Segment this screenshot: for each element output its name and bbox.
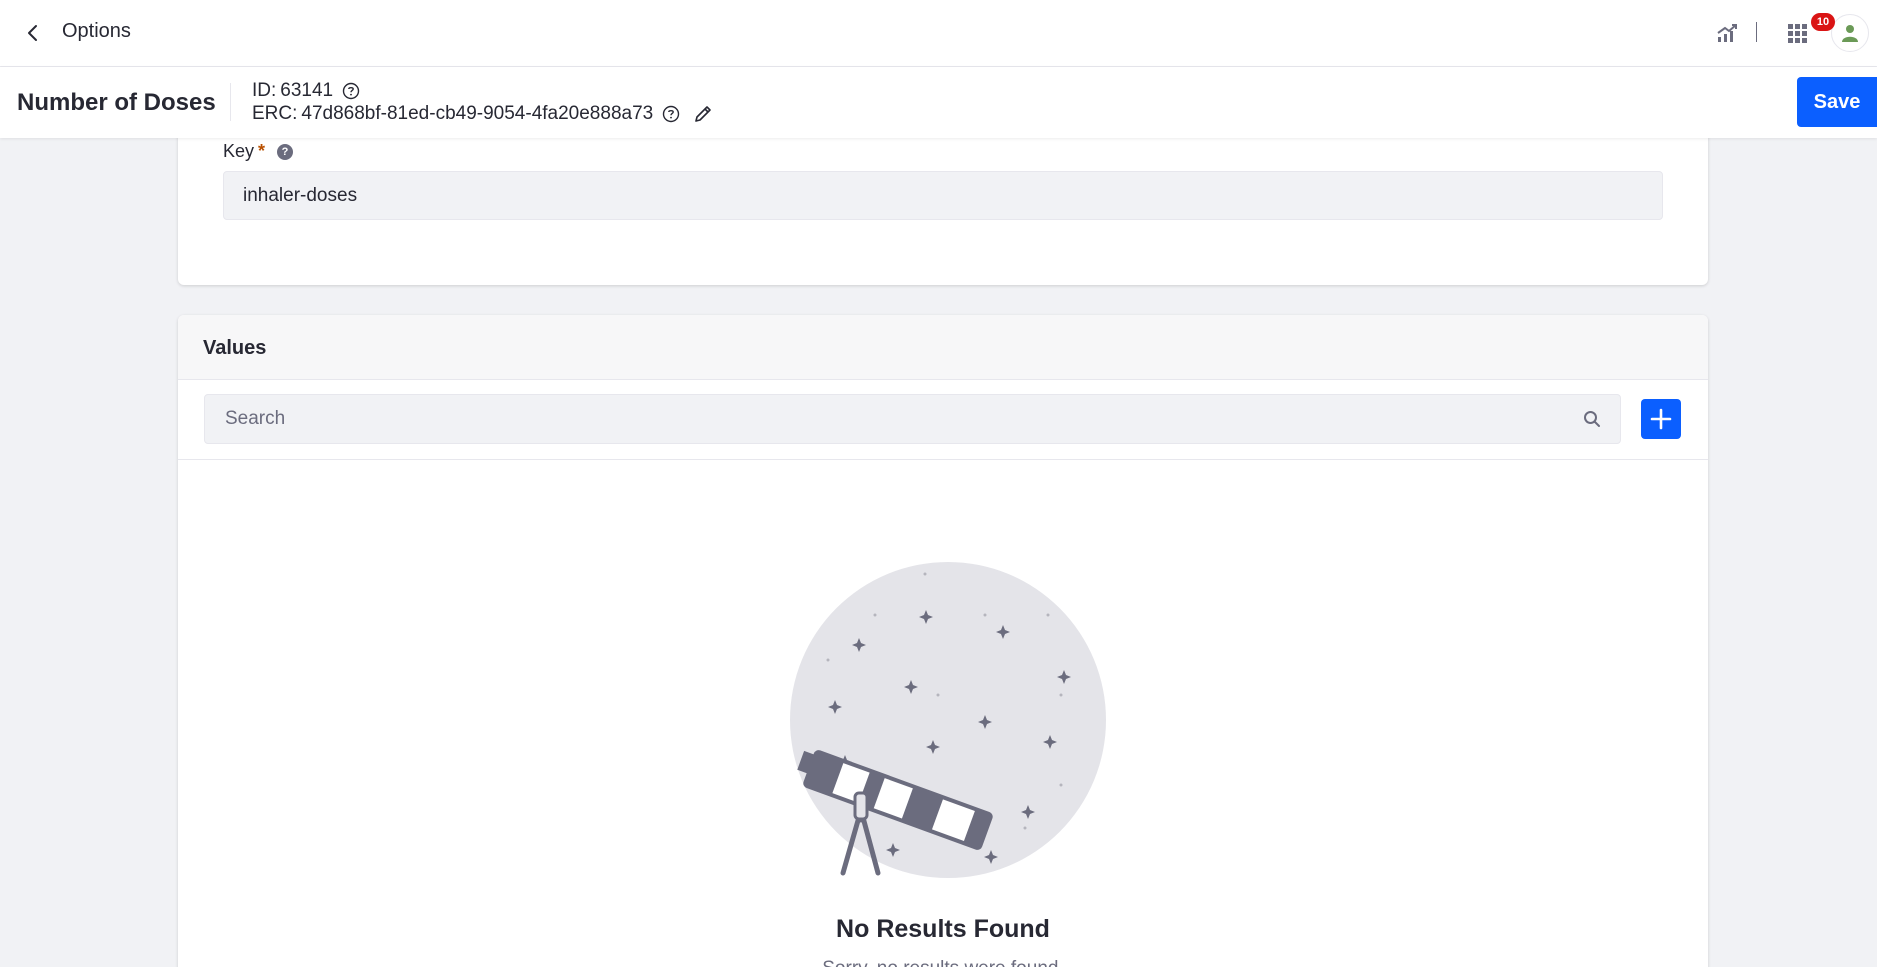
page-title: Options	[62, 20, 131, 42]
erc-label: ERC:	[252, 103, 298, 124]
id-help-icon[interactable]	[341, 81, 361, 101]
required-mark: *	[258, 141, 266, 161]
key-input[interactable]	[223, 171, 1663, 220]
apps-grid-icon	[1788, 24, 1807, 43]
user-avatar[interactable]	[1831, 14, 1869, 52]
key-field-label: Key * ?	[223, 141, 294, 162]
entity-title: Number of Doses	[17, 89, 216, 116]
user-avatar-icon	[1842, 25, 1858, 42]
id-label: ID:	[252, 80, 277, 101]
plus-icon	[1650, 408, 1672, 430]
erc-line: ERC: 47d868bf-81ed-cb49-9054-4fa20e888a7…	[252, 102, 715, 126]
erc-help-icon[interactable]	[661, 104, 681, 124]
analytics-icon	[1717, 24, 1737, 42]
header-divider	[230, 83, 231, 121]
values-header: Values	[178, 315, 1708, 380]
values-title: Values	[203, 337, 267, 359]
id-line: ID: 63141	[252, 80, 361, 102]
key-label-text: Key	[223, 141, 255, 161]
values-toolbar	[178, 380, 1708, 460]
add-value-button[interactable]	[1641, 399, 1681, 439]
chevron-left-icon	[28, 25, 37, 41]
back-button[interactable]	[20, 20, 46, 46]
id-value: 63141	[280, 80, 334, 101]
telescope-empty-state-icon	[790, 562, 1106, 878]
key-help-icon[interactable]: ?	[277, 143, 294, 160]
top-navigation-bar: Options 10	[0, 0, 1877, 67]
analytics-button[interactable]	[1714, 20, 1740, 46]
pencil-icon[interactable]	[691, 102, 715, 126]
entity-header: Number of Doses ID: 63141 ERC: 47d868bf-…	[0, 67, 1877, 138]
values-card: Values Search No Results Found	[178, 315, 1708, 967]
empty-state-subtitle: Sorry, no results were found.	[178, 958, 1708, 967]
toolbar-divider	[1756, 22, 1757, 42]
save-button[interactable]: Save	[1797, 77, 1877, 127]
search-input[interactable]	[204, 394, 1621, 444]
search-icon[interactable]	[1582, 409, 1602, 429]
erc-value: 47d868bf-81ed-cb49-9054-4fa20e888a73	[301, 103, 654, 124]
notification-badge[interactable]: 10	[1811, 13, 1835, 31]
empty-state-title: No Results Found	[836, 915, 1050, 943]
apps-menu-button[interactable]	[1784, 20, 1810, 46]
